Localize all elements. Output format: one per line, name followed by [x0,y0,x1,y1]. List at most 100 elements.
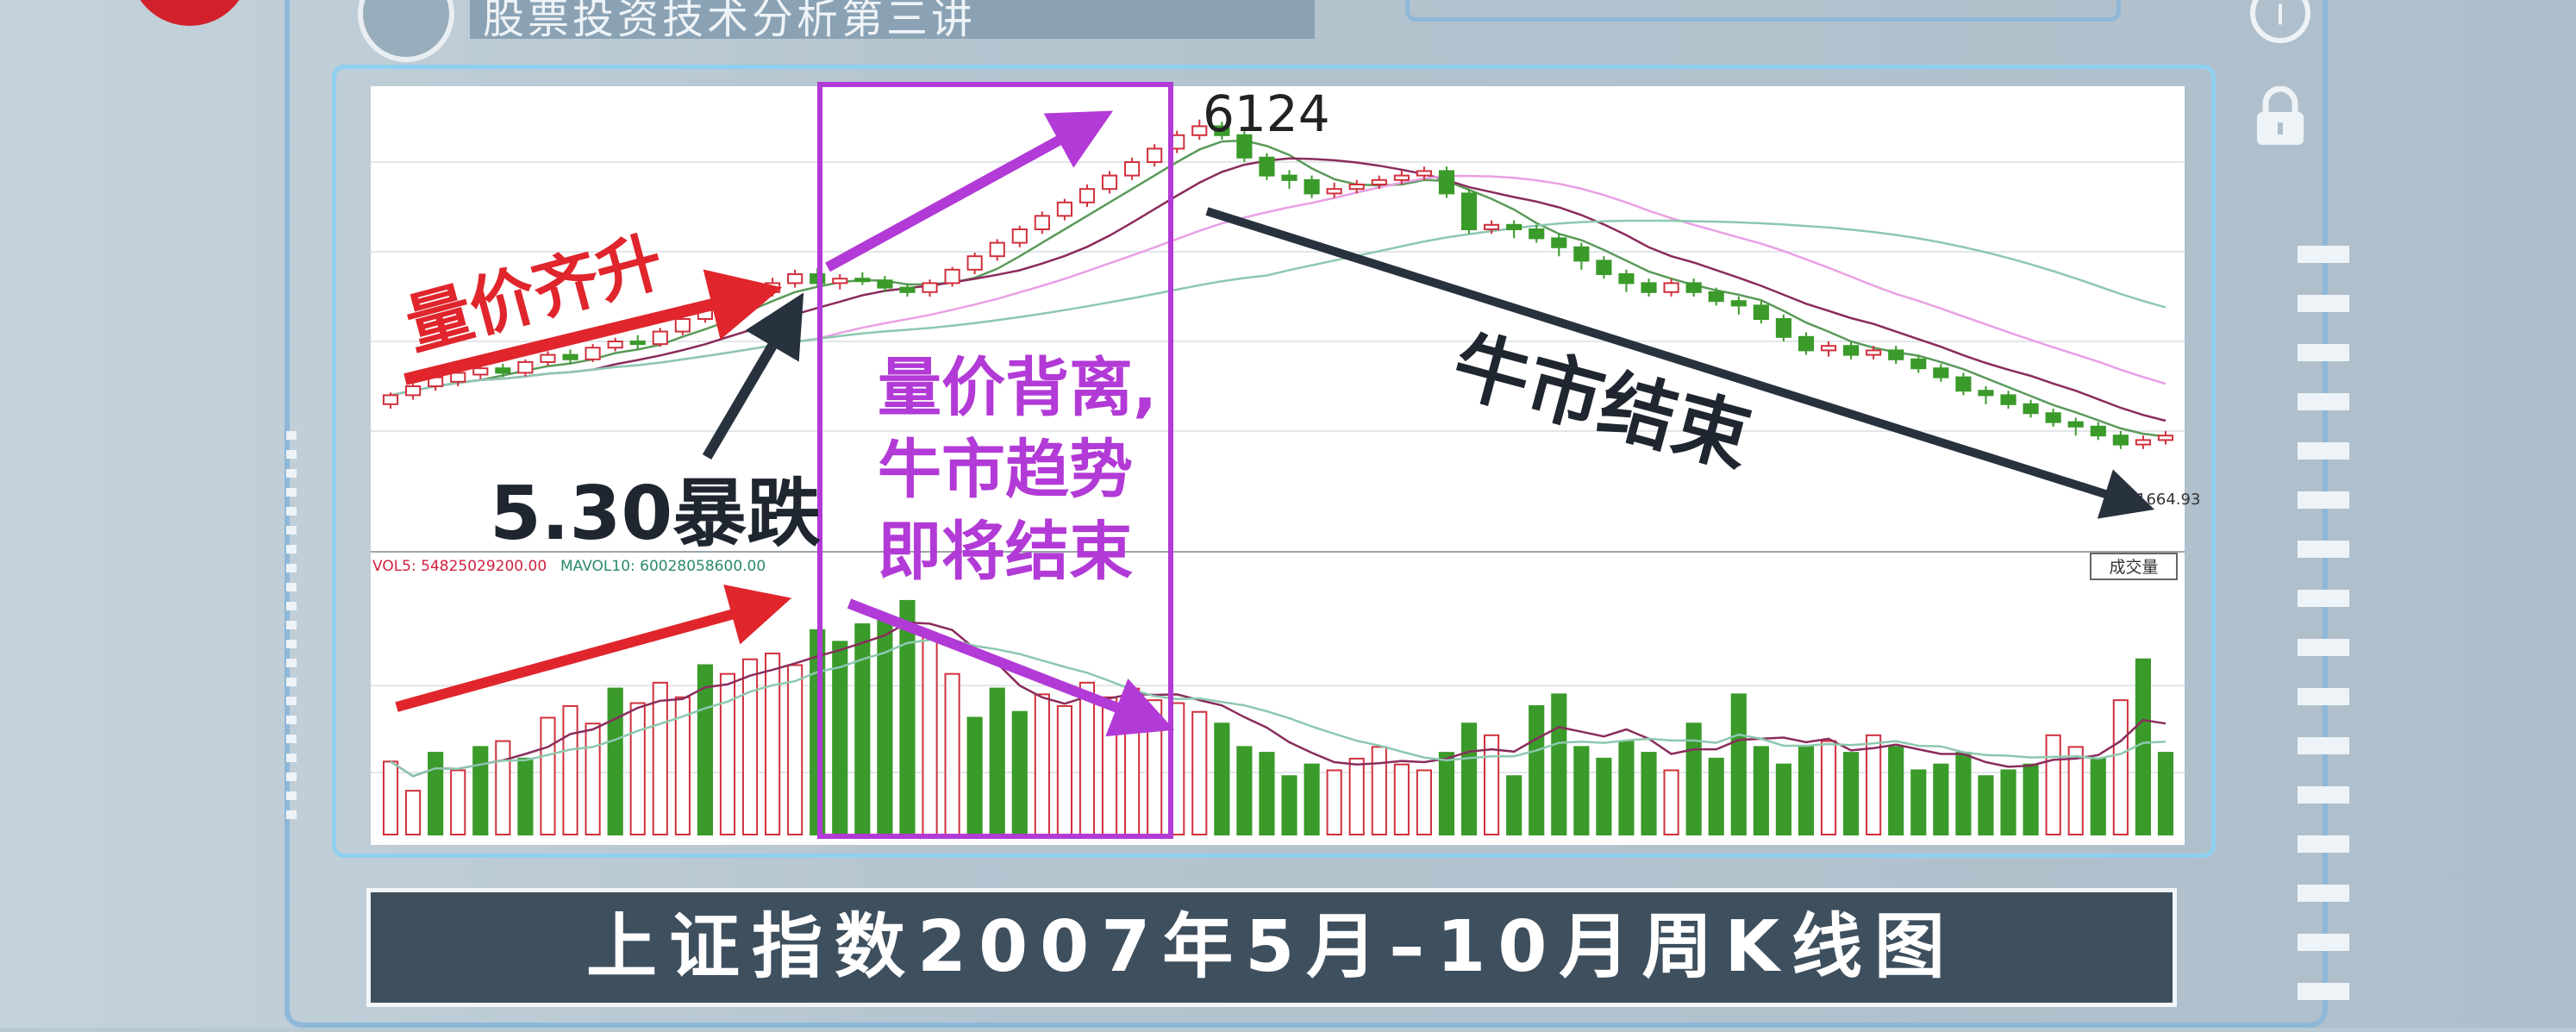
candle-body [1147,147,1163,163]
candle-body [405,385,422,397]
volume-bar [1551,693,1567,835]
candle-body [2157,435,2174,441]
volume-bar [1416,769,1432,835]
volume-bar [989,687,1005,836]
volume-bar [1730,693,1747,835]
volume-bar [517,757,534,835]
candle-body [472,367,489,376]
volume-bar [405,790,422,835]
candle-body [495,367,511,374]
divergence-line3: 即将结束 [878,515,1133,589]
candle-body [1978,390,1994,397]
volume-bar [1955,752,1972,835]
volume-bar [741,658,759,835]
candle-body [1281,174,1297,181]
candle-body [1371,178,1387,186]
volume-bar [450,769,466,835]
volume-bar [1663,769,1679,835]
candle-body [1933,367,1949,378]
volume-bar [2135,658,2151,835]
volume-bar [1326,769,1342,835]
candle-body [899,286,916,293]
candle-body [1259,156,1275,177]
volume-bar [1281,775,1297,835]
candle-body [607,341,623,349]
volume-bar [382,760,399,836]
vol-ma10-label: MAVOL10: 60028058600.00 [560,558,766,575]
candle-body [1955,376,1972,392]
candle-body [832,278,848,285]
volume-bar [2090,757,2106,835]
volume-bar [652,681,668,835]
candle-body [2000,394,2016,405]
candle-body [1708,291,1724,303]
candle-body [1326,188,1342,195]
candle-body [1034,215,1050,230]
candle-body [2090,425,2106,437]
volume-bar [1641,752,1657,835]
candle-body [674,318,691,333]
divergence-line1: 量价背离, [878,351,1157,425]
volume-bar [854,623,871,835]
volume-bar [1034,693,1050,835]
candle-body [1843,345,1860,356]
candle-body [1348,184,1365,191]
volume-bar [1011,710,1028,835]
candle-body [2112,435,2129,446]
candle-body [922,282,938,293]
kline-chart: VOL5: 54825029200.00 MAVOL10: 6002805860… [371,82,2200,845]
candle-body [629,341,646,346]
volume-bar [1708,757,1724,835]
chart-caption: 上证指数2007年5月–10月周K线图 [366,888,2177,1007]
candle-body [1460,192,1478,230]
candle-body [1079,188,1096,203]
candle-body [1484,223,1500,230]
volume-bar [1236,746,1253,836]
volume-bar [765,652,781,835]
candle-body [1798,335,1815,352]
candle-body [1753,304,1769,320]
candle-body [1910,358,1927,370]
candle-body [1101,174,1118,191]
volume-bar [1798,746,1815,836]
volume-bar [877,614,893,835]
candle-body [1685,282,1702,293]
candle-body [966,255,983,271]
volume-bar [1393,763,1410,836]
candle-body [1866,349,1882,356]
volume-bar [1460,722,1478,836]
candle-body [1011,228,1028,244]
candle-body [585,347,601,360]
volume-bar [1775,763,1791,836]
volume-bar [1753,746,1769,836]
volume-bar [1438,752,1455,835]
volume-bar [1348,757,1365,835]
crash-label: 5.30暴跌 [490,471,821,557]
volume-bar [1888,746,1904,836]
volume-bar [2112,699,2129,835]
candle-body [1888,349,1904,360]
candle-body [2045,412,2061,423]
candle-body [2067,421,2084,428]
candle-body [1573,246,1590,262]
volume-bar [899,599,916,835]
candle-body [854,278,871,283]
candle-body [877,279,893,289]
candle-body [1820,345,1837,352]
volume-bar [1866,734,1882,835]
volume-bar [2067,746,2084,836]
volume-bar [2157,752,2174,835]
candle-body [1551,237,1567,248]
volume-bar [1259,752,1275,835]
candle-body [1641,282,1657,293]
candle-body [562,353,578,360]
volume-bar [1056,704,1072,836]
volume-bar [629,702,646,835]
candle-body [1438,170,1455,195]
peak-label: 6124 [1203,84,1330,143]
volume-bar [585,722,601,836]
volume-bar [2023,763,2039,836]
candle-body [944,268,960,285]
candle-body [2023,403,2039,415]
candle-body [1618,273,1635,285]
